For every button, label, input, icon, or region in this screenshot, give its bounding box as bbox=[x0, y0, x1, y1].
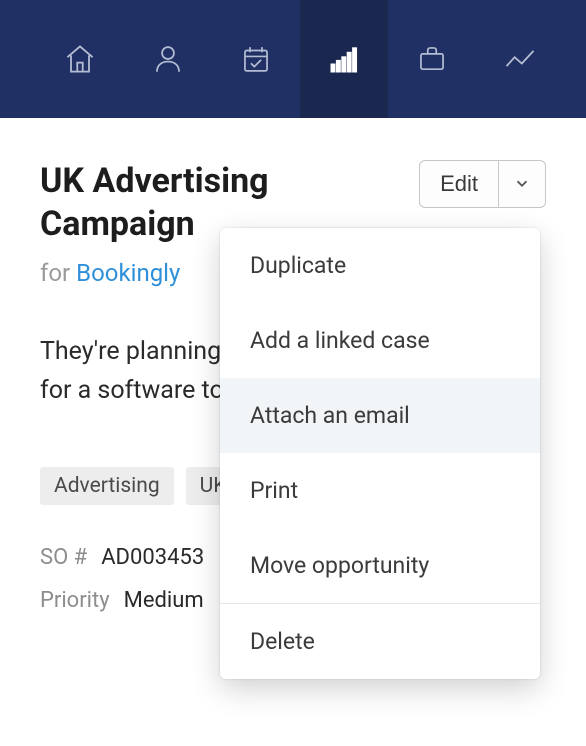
menu-print[interactable]: Print bbox=[220, 453, 540, 528]
for-prefix: for bbox=[40, 259, 70, 287]
priority-label: Priority bbox=[40, 588, 110, 613]
menu-attach-email[interactable]: Attach an email bbox=[220, 378, 540, 453]
menu-move-opportunity[interactable]: Move opportunity bbox=[220, 528, 540, 603]
calendar-check-icon bbox=[236, 39, 276, 79]
menu-duplicate[interactable]: Duplicate bbox=[220, 228, 540, 303]
chevron-down-icon bbox=[513, 174, 531, 195]
bars-icon bbox=[324, 39, 364, 79]
nav-home[interactable] bbox=[36, 0, 124, 118]
nav-reports[interactable] bbox=[300, 0, 388, 118]
so-label: SO # bbox=[40, 545, 87, 570]
top-navbar bbox=[0, 0, 586, 118]
nav-deals[interactable] bbox=[388, 0, 476, 118]
nav-contacts[interactable] bbox=[124, 0, 212, 118]
edit-dropdown-toggle[interactable] bbox=[498, 160, 546, 208]
menu-delete[interactable]: Delete bbox=[220, 604, 540, 679]
nav-calendar[interactable] bbox=[212, 0, 300, 118]
company-link[interactable]: Bookingly bbox=[76, 259, 180, 287]
tag[interactable]: Advertising bbox=[40, 467, 174, 505]
briefcase-icon bbox=[412, 39, 452, 79]
person-icon bbox=[148, 39, 188, 79]
so-value: AD003453 bbox=[101, 545, 204, 570]
home-icon bbox=[60, 39, 100, 79]
priority-value: Medium bbox=[124, 588, 204, 613]
menu-add-linked-case[interactable]: Add a linked case bbox=[220, 303, 540, 378]
nav-activity[interactable] bbox=[476, 0, 564, 118]
edit-button[interactable]: Edit bbox=[419, 160, 498, 208]
edit-button-group: Edit bbox=[419, 160, 546, 208]
trend-icon bbox=[500, 39, 540, 79]
edit-dropdown-menu: Duplicate Add a linked case Attach an em… bbox=[220, 228, 540, 679]
